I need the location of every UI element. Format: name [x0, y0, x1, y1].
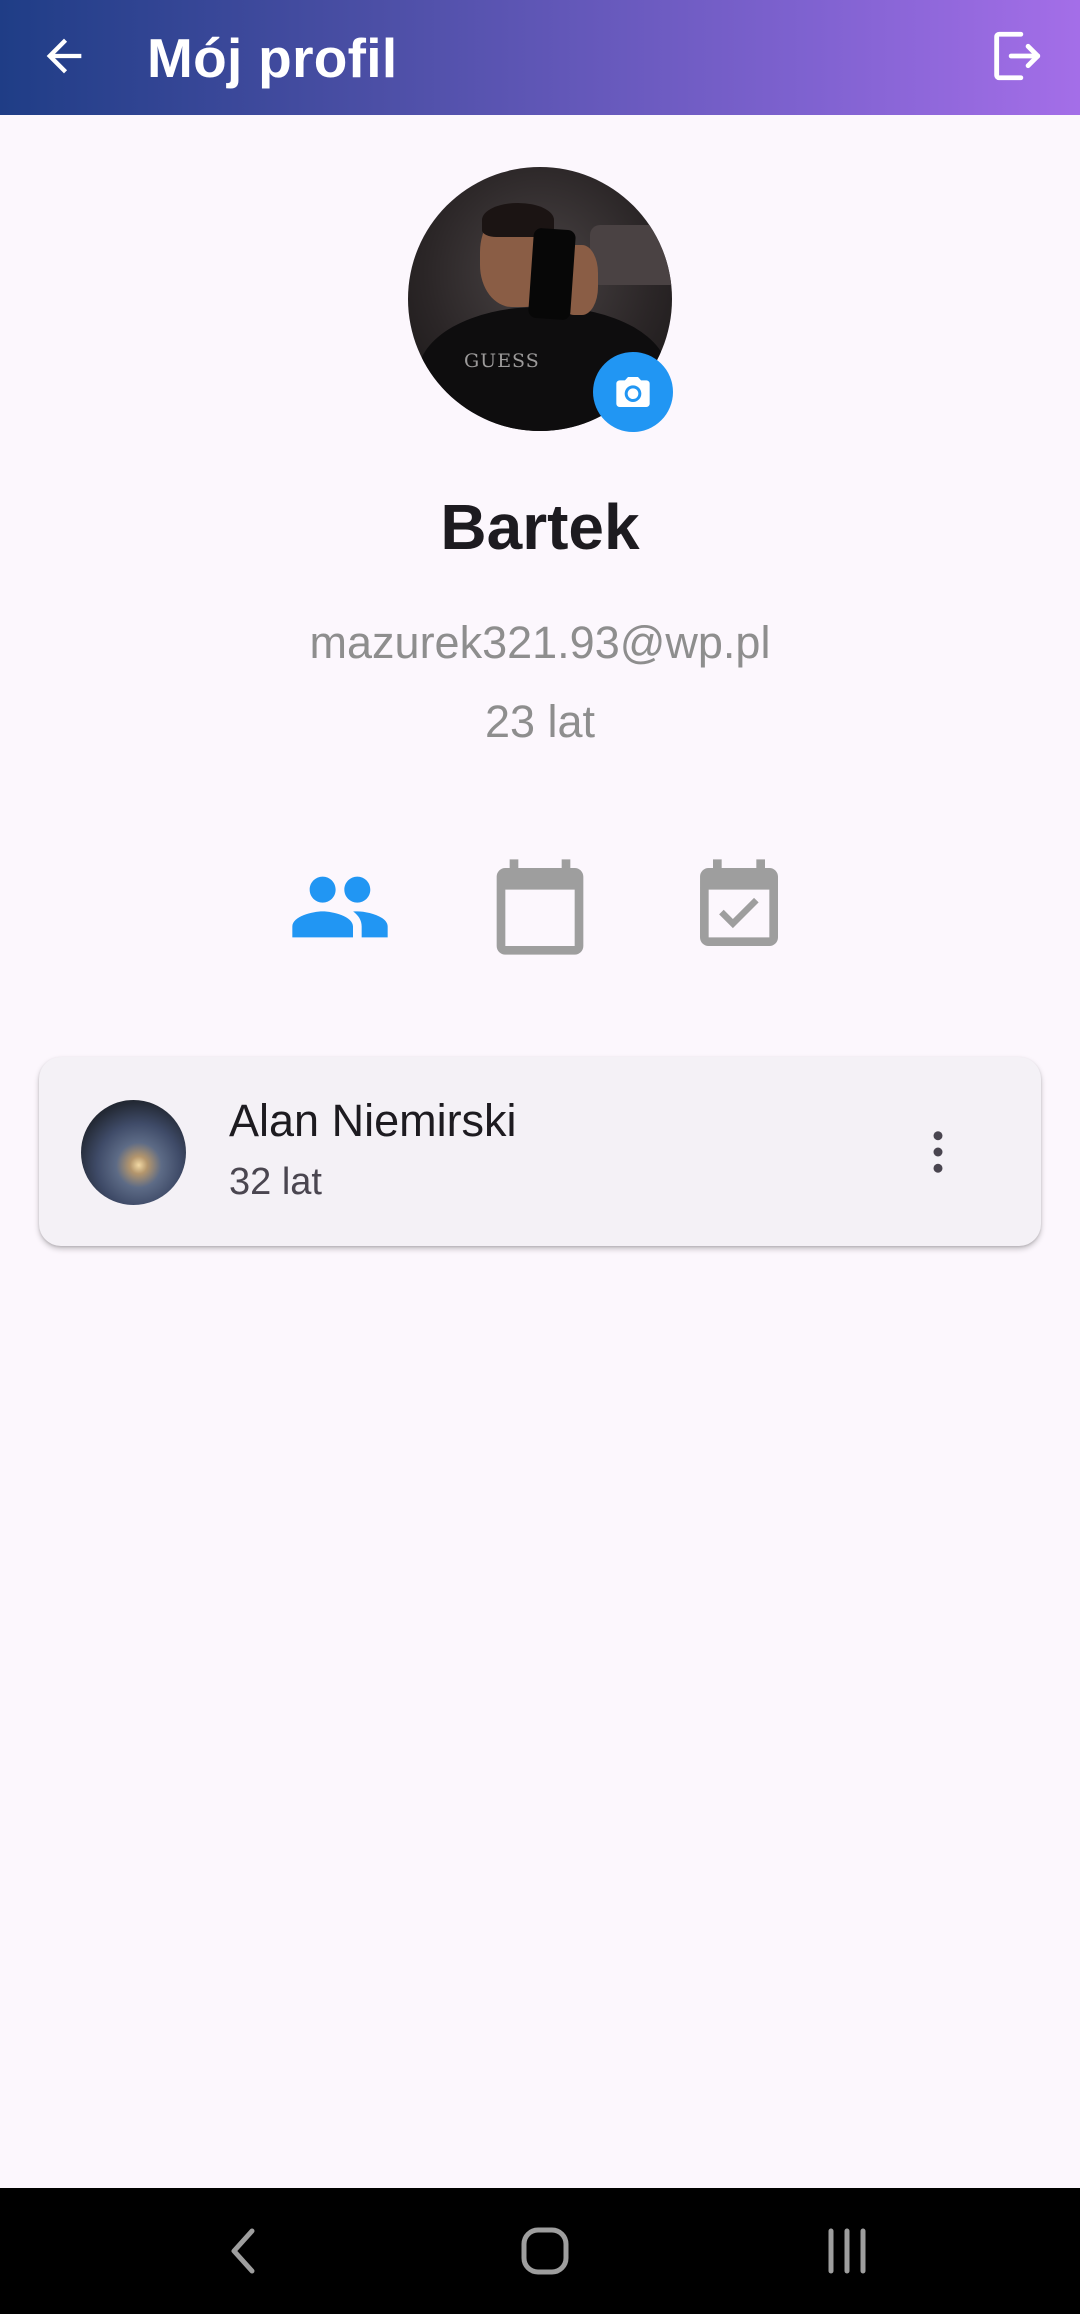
tab-completed-events[interactable] — [684, 852, 794, 962]
arrow-back-icon — [46, 38, 82, 74]
profile-name: Bartek — [440, 491, 640, 563]
change-photo-button[interactable] — [593, 352, 673, 432]
friend-list-item[interactable]: Alan Niemirski 32 lat — [39, 1057, 1041, 1246]
friend-avatar — [81, 1100, 186, 1205]
friend-age: 32 lat — [229, 1161, 322, 1203]
friend-menu-button[interactable] — [895, 1109, 981, 1195]
recents-icon — [828, 2228, 866, 2274]
system-nav-bar — [0, 2188, 1080, 2314]
calendar-icon — [496, 859, 584, 955]
profile-age: 23 lat — [484, 696, 596, 747]
camera-icon — [616, 377, 650, 407]
profile-tabs — [0, 852, 1080, 962]
friend-name: Alan Niemirski — [229, 1095, 517, 1146]
logout-icon — [994, 31, 1041, 81]
page-title: Mój profil — [147, 27, 398, 89]
tab-friends[interactable] — [285, 852, 395, 962]
shirt-logo: GUESS — [464, 350, 540, 372]
home-icon — [521, 2227, 569, 2275]
logout-button[interactable] — [980, 20, 1052, 92]
nav-recents-button[interactable] — [792, 2206, 902, 2296]
nav-back-button[interactable] — [189, 2206, 299, 2296]
tab-events[interactable] — [485, 852, 595, 962]
app-bar: Mój profil — [0, 0, 1080, 115]
back-button[interactable] — [28, 20, 100, 92]
back-icon — [231, 2228, 255, 2274]
calendar-check-icon — [700, 859, 778, 946]
more-vert-icon — [933, 1131, 943, 1173]
nav-home-button[interactable] — [490, 2206, 600, 2296]
people-icon — [292, 876, 388, 938]
profile-avatar-container: GUESS — [408, 167, 673, 432]
profile-email: mazurek321.93@wp.pl — [309, 617, 771, 668]
